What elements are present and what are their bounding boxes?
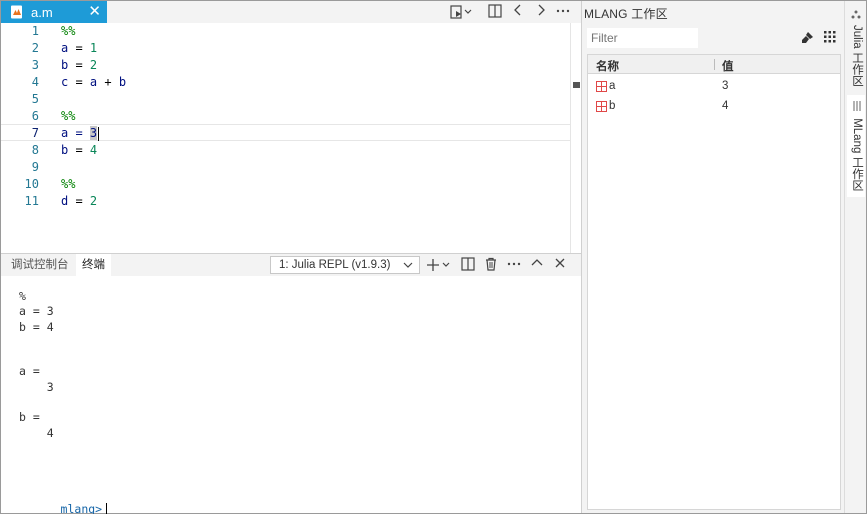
terminal-line: 4 — [19, 426, 54, 440]
workspace-panel: MLANG 工作区 名称 值 a 3 b 4 — [582, 1, 844, 513]
variable-name: b — [596, 100, 615, 112]
tab-label: MLang 工作区 — [851, 118, 863, 192]
split-terminal-icon[interactable] — [460, 257, 476, 273]
terminal-select-label: 1: Julia REPL (v1.9.3) — [279, 259, 391, 271]
variable-name: a — [596, 80, 615, 92]
code-text: %% — [61, 109, 76, 123]
line-number: 6 — [31, 109, 39, 123]
chevron-right-icon[interactable] — [533, 4, 549, 20]
terminal-line: a = 3 — [19, 304, 54, 318]
run-dropdown-icon[interactable] — [450, 4, 472, 20]
scrollbar-marker[interactable] — [573, 82, 580, 88]
table-row[interactable]: a 3 — [588, 77, 840, 97]
line-number: 4 — [31, 75, 39, 89]
code-text: %% — [61, 177, 76, 191]
panel-header: 调试控制台 终端 1: Julia REPL (v1.9.3) — [1, 254, 581, 276]
terminal-select[interactable]: 1: Julia REPL (v1.9.3) — [270, 256, 420, 274]
trash-icon[interactable] — [483, 257, 499, 273]
line-number: 11 — [24, 194, 39, 208]
code-line: 2 a = 1 — [1, 40, 571, 57]
workspace-title: MLANG 工作区 — [584, 7, 668, 21]
filter-input[interactable] — [587, 28, 698, 48]
matrix-icon — [596, 80, 607, 92]
line-number: 5 — [31, 92, 39, 106]
tab-julia-workspace[interactable]: Julia 工作区 — [849, 25, 865, 86]
code-text: d = 2 — [61, 194, 98, 208]
line-number: 1 — [31, 24, 39, 38]
variable-table: 名称 值 a 3 b 4 — [587, 54, 841, 510]
table-header: 名称 值 — [588, 55, 840, 74]
more-icon[interactable] — [555, 4, 571, 20]
tab-terminal[interactable]: 终端 — [76, 254, 111, 276]
terminal-prompt-line: mlang> — [19, 485, 108, 514]
terminal-line: a = — [19, 364, 40, 378]
close-panel-icon[interactable] — [552, 257, 568, 273]
code-line: 10 %% — [1, 176, 571, 193]
code-text: c = a + b — [61, 75, 127, 89]
workspace-small-icon — [851, 9, 861, 23]
code-line-current: 7 a = 3 — [1, 124, 571, 141]
code-text: a = 1 — [61, 41, 98, 55]
editor-pane: a.m ✕ 1 %% 2 a = 1 3 b = 2 4 c = a + b 5… — [1, 1, 581, 253]
editor-tab-label: a.m — [31, 4, 53, 20]
grid-menu-icon[interactable] — [822, 31, 838, 47]
terminal-line: b = 4 — [19, 320, 54, 334]
maximize-panel-icon[interactable] — [529, 257, 545, 273]
code-line: 6 %% — [1, 108, 571, 125]
list-icon — [851, 101, 863, 111]
editor-tabbar: a.m ✕ — [1, 1, 581, 23]
variable-value: 3 — [722, 80, 729, 92]
code-line: 4 c = a + b — [1, 74, 571, 91]
tab-debug-console[interactable]: 调试控制台 — [5, 254, 75, 276]
clear-brush-icon[interactable] — [799, 31, 815, 47]
terminal-line: b = — [19, 410, 40, 424]
code-text: a = 3 — [61, 126, 100, 141]
code-text: b = 4 — [61, 143, 98, 157]
terminal-line: 3 — [19, 380, 54, 394]
terminal-prompt: mlang> — [60, 502, 103, 514]
more-icon[interactable] — [506, 257, 522, 273]
code-line: 11 d = 2 — [1, 193, 571, 210]
code-text: %% — [61, 24, 76, 38]
code-line: 5 — [1, 91, 571, 108]
bottom-panel: 调试控制台 终端 1: Julia REPL (v1.9.3) % a = 3 — [1, 253, 581, 514]
close-icon[interactable]: ✕ — [88, 3, 101, 20]
matrix-icon — [596, 100, 607, 112]
terminal-line: % — [19, 289, 26, 303]
column-divider[interactable] — [714, 59, 715, 70]
tab-mlang-workspace[interactable]: MLang 工作区 — [847, 95, 865, 198]
terminal-caret — [106, 503, 108, 514]
variable-value: 4 — [722, 100, 729, 112]
text-caret — [98, 126, 100, 141]
side-tab-strip: Julia 工作区 MLang 工作区 — [844, 1, 866, 513]
code-line: 3 b = 2 — [1, 57, 571, 74]
split-editor-icon[interactable] — [487, 4, 503, 20]
line-number: 8 — [31, 143, 39, 157]
code-text: b = 2 — [61, 58, 98, 72]
line-number: 9 — [31, 160, 39, 174]
code-line: 9 — [1, 159, 571, 176]
add-terminal-icon[interactable] — [426, 257, 452, 273]
chevron-left-icon[interactable] — [510, 4, 526, 20]
editor-ruler — [570, 23, 571, 253]
column-header-value[interactable]: 值 — [722, 58, 734, 74]
code-editor[interactable]: 1 %% 2 a = 1 3 b = 2 4 c = a + b 5 6 %% … — [1, 23, 581, 253]
line-number: 10 — [24, 177, 39, 191]
editor-tab-a-m[interactable]: a.m ✕ — [1, 1, 107, 23]
line-number: 2 — [31, 41, 39, 55]
line-number: 3 — [31, 58, 39, 72]
table-row[interactable]: b 4 — [588, 97, 840, 117]
code-line: 1 %% — [1, 23, 571, 40]
matlab-file-icon — [11, 5, 22, 19]
line-number: 7 — [31, 126, 39, 140]
chevron-down-icon — [403, 257, 413, 279]
code-line: 8 b = 4 — [1, 142, 571, 159]
column-header-name[interactable]: 名称 — [596, 58, 619, 74]
